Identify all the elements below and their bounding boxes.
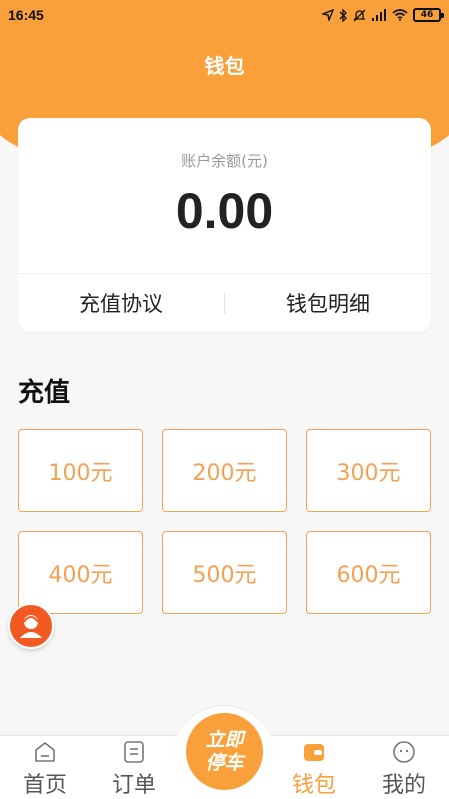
- wallet-icon: [304, 744, 324, 761]
- bluetooth-icon: [339, 8, 347, 22]
- tab-mine-label: 我的: [381, 773, 426, 798]
- page-title: 钱包: [204, 54, 245, 78]
- battery-level: 46: [420, 10, 434, 20]
- recharge-option-600[interactable]: 600元: [306, 531, 431, 614]
- park-now-button[interactable]: 立即 停车: [186, 713, 263, 790]
- recharge-option-100[interactable]: 100元: [18, 429, 143, 512]
- mute-icon: [353, 9, 366, 21]
- status-time: 16:45: [8, 7, 44, 23]
- balance-label: 账户余额(元): [181, 152, 268, 170]
- recharge-section-title: 充值: [18, 378, 71, 408]
- balance-card: 账户余额(元) 0.00 充值协议 钱包明细: [18, 118, 431, 332]
- wifi-icon: [392, 9, 408, 21]
- recharge-agreement-link[interactable]: 充值协议: [18, 288, 224, 318]
- card-links: 充值协议 钱包明细: [18, 274, 431, 332]
- recharge-option-300[interactable]: 300元: [306, 429, 431, 512]
- customer-service-button[interactable]: [8, 603, 54, 649]
- location-icon: [322, 9, 334, 21]
- signal-icon: [372, 9, 386, 21]
- profile-icon: [393, 741, 415, 763]
- balance-amount: 0.00: [175, 183, 274, 239]
- tab-home-label: 首页: [22, 773, 67, 798]
- recharge-option-500[interactable]: 500元: [162, 531, 287, 614]
- status-bar: 16:45 46: [0, 0, 449, 30]
- recharge-option-200[interactable]: 200元: [162, 429, 287, 512]
- tab-orders-label: 订单: [111, 773, 156, 798]
- recharge-option-400[interactable]: 400元: [18, 531, 143, 614]
- park-now-line1: 立即: [205, 728, 244, 751]
- wallet-details-link[interactable]: 钱包明细: [225, 288, 431, 318]
- tab-wallet-label: 钱包: [291, 773, 336, 798]
- home-icon: [35, 742, 55, 762]
- park-now-line2: 停车: [205, 751, 244, 774]
- tab-mine[interactable]: 我的: [364, 737, 444, 799]
- tab-orders[interactable]: 订单: [94, 737, 174, 799]
- tab-home[interactable]: 首页: [5, 737, 85, 799]
- battery-icon: 46: [413, 8, 444, 22]
- status-icons: 46: [322, 8, 444, 22]
- tab-wallet[interactable]: 钱包: [274, 737, 354, 799]
- user-avatar-icon: [20, 615, 42, 638]
- orders-icon: [124, 741, 144, 763]
